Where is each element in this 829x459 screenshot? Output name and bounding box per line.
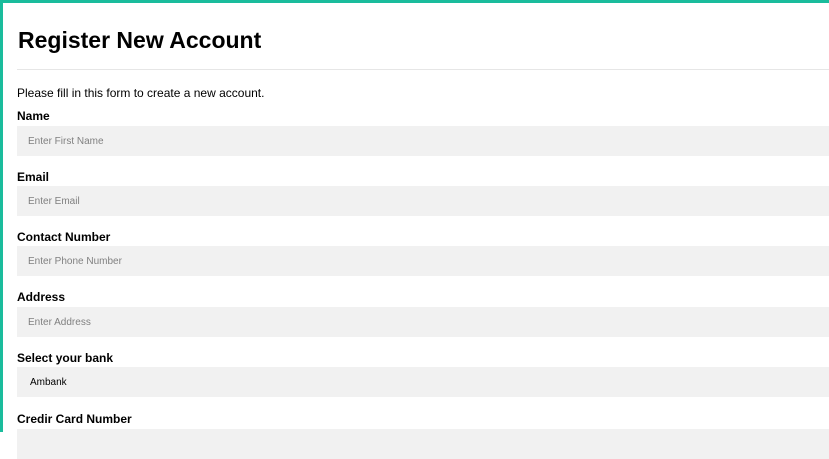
name-label: Name — [17, 109, 50, 123]
email-input[interactable] — [17, 186, 829, 216]
contact-number-label: Contact Number — [17, 230, 111, 244]
email-label: Email — [17, 170, 50, 184]
credit-card-input[interactable] — [17, 429, 829, 459]
title-divider — [17, 69, 829, 70]
credit-card-label: Credir Card Number — [17, 412, 132, 426]
form-intro-text: Please fill in this form to create a new… — [17, 86, 265, 100]
page-frame: Register New Account Please fill in this… — [0, 0, 829, 459]
page-title: Register New Account — [18, 27, 262, 53]
bank-select-label: Select your bank — [17, 351, 114, 365]
contact-number-input[interactable] — [17, 246, 829, 276]
address-label: Address — [17, 290, 66, 304]
address-input[interactable] — [17, 307, 829, 337]
name-input[interactable] — [17, 126, 829, 156]
bank-select[interactable]: Ambank — [17, 367, 829, 397]
